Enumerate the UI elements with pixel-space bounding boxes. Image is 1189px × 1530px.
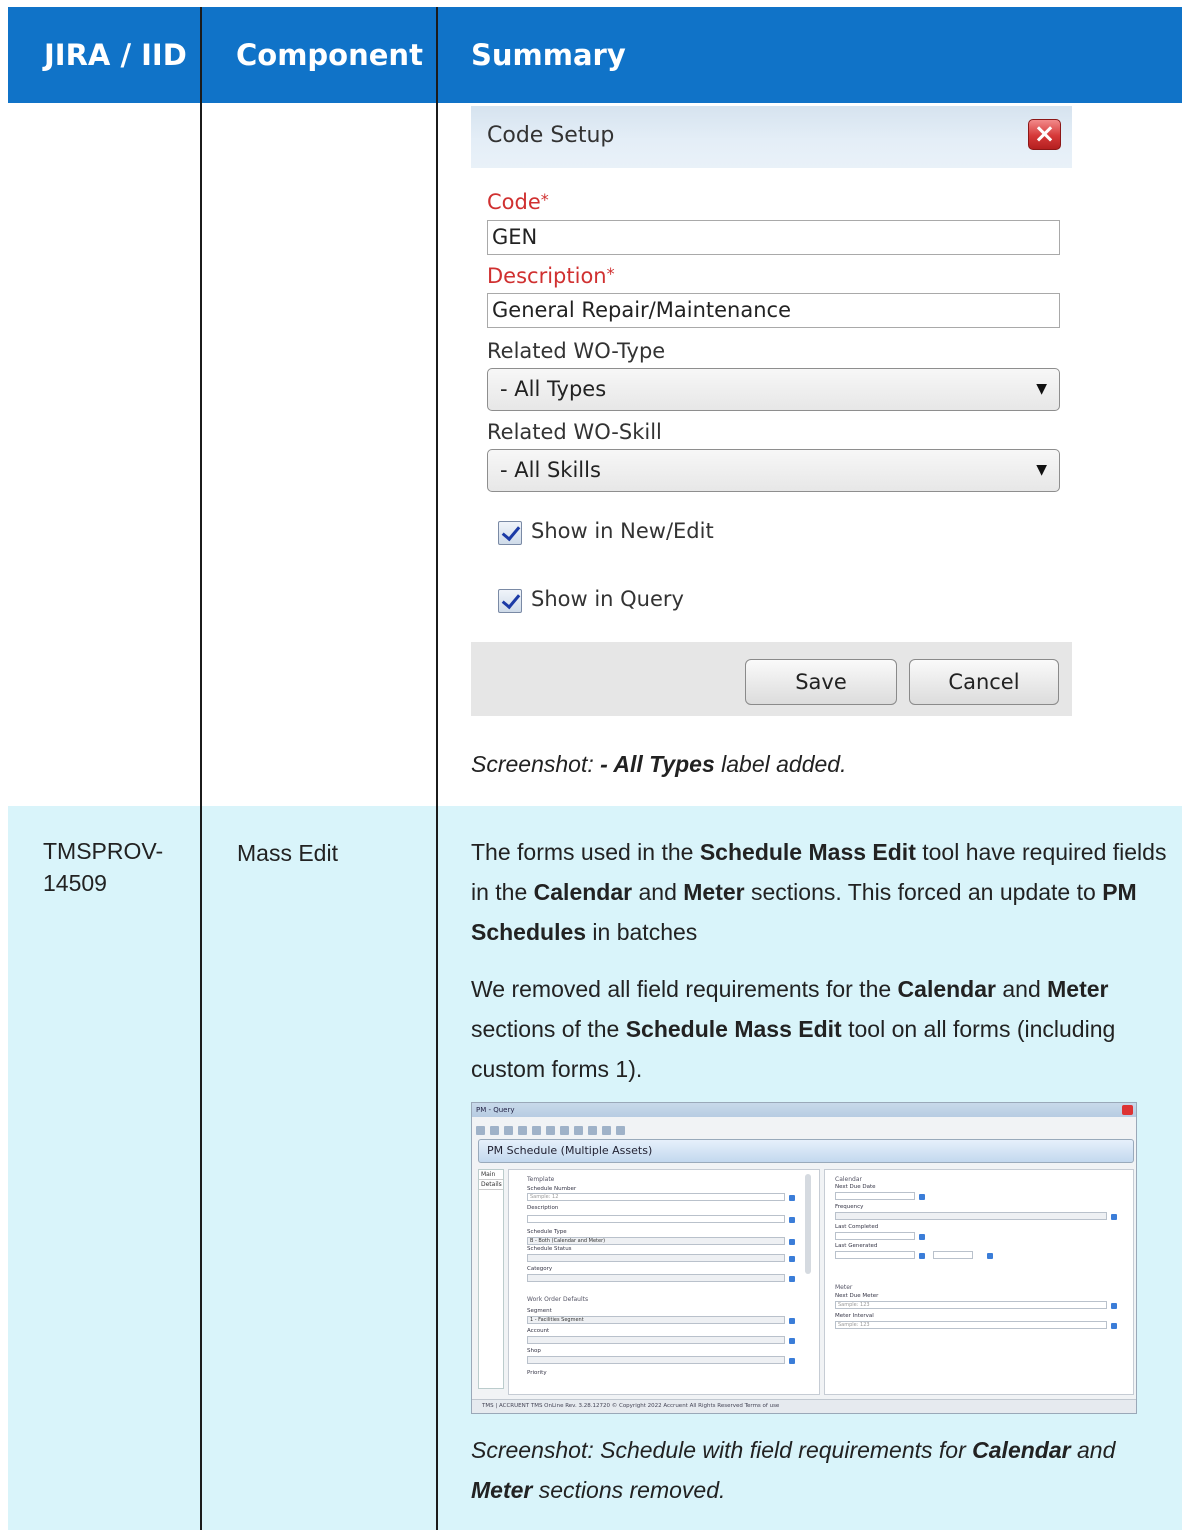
dialog-footer: Save Cancel [471, 642, 1072, 716]
pm-toolbar [476, 1120, 676, 1135]
table-header-row: JIRA / IID Component Summary [8, 7, 1182, 103]
show-query-label: Show in Query [531, 587, 684, 611]
dialog-title-bar: Code Setup × [471, 106, 1072, 168]
tab-details: Details [479, 1181, 503, 1190]
template-section: Template [527, 1176, 555, 1183]
search-icon [789, 1318, 795, 1324]
priority-label: Priority [527, 1370, 547, 1376]
search-icon [789, 1276, 795, 1282]
column-divider-1 [200, 7, 202, 1530]
search-icon [1111, 1323, 1117, 1329]
header-component: Component [236, 38, 423, 72]
tab-main: Main [479, 1170, 503, 1180]
wo-skill-label: Related WO-Skill [487, 420, 662, 444]
meter-section: Meter [835, 1284, 853, 1291]
frequency-label: Frequency [835, 1204, 864, 1210]
show-query-checkbox[interactable] [498, 589, 522, 613]
search-icon [789, 1338, 795, 1344]
last-completed-field [835, 1232, 915, 1240]
pm-footer: TMS | ACCRUENT TMS OnLine Rev. 3.28.1272… [472, 1399, 1136, 1413]
frequency-field [835, 1212, 1107, 1220]
code-field[interactable]: GEN [487, 220, 1060, 255]
wo-type-value: - All Types [500, 377, 607, 401]
jira-id-line1: TMSPROV- [43, 838, 164, 864]
schedule-type-label: Schedule Type [527, 1229, 567, 1235]
dialog-title: Code Setup [487, 123, 615, 148]
pm-window-title: PM - Query [472, 1103, 1136, 1117]
pm-query-screenshot: PM - Query PM Schedule (Multiple Assets)… [471, 1102, 1137, 1414]
search-icon [789, 1217, 795, 1223]
meter-interval-label: Meter Interval [835, 1313, 874, 1319]
jira-id-line2: 14509 [43, 870, 107, 896]
show-new-edit-label: Show in New/Edit [531, 519, 714, 543]
component-name: Mass Edit [237, 840, 338, 866]
time-field [933, 1251, 973, 1259]
wo-defaults-section: Work Order Defaults [527, 1296, 589, 1303]
schedule-type-field: B - Both (Calendar and Meter) [527, 1237, 785, 1245]
code-label: Code* [487, 190, 549, 214]
category-field [527, 1274, 785, 1282]
calendar-icon [919, 1253, 925, 1259]
jira-id: TMSPROV- 14509 [43, 835, 163, 899]
pm-left-panel: Template Schedule Number Sample: 12 Desc… [508, 1169, 820, 1395]
pm-schedule-header: PM Schedule (Multiple Assets) [478, 1139, 1134, 1163]
last-generated-label: Last Generated [835, 1243, 878, 1249]
last-completed-label: Last Completed [835, 1224, 879, 1230]
search-icon [789, 1239, 795, 1245]
wo-skill-value: - All Skills [500, 458, 601, 482]
description-field[interactable]: General Repair/Maintenance [487, 293, 1060, 328]
meter-interval-field: Sample: 123 [835, 1321, 1107, 1329]
segment-field: 1 - Facilities Segment [527, 1316, 785, 1324]
search-icon [789, 1195, 795, 1201]
description-label: Description* [487, 264, 615, 288]
header-summary: Summary [471, 38, 626, 72]
schedule-number-field: Sample: 12 [527, 1193, 785, 1201]
schedule-status-field [527, 1254, 785, 1262]
wo-type-select[interactable]: - All Types ▼ [487, 368, 1060, 411]
calendar-icon [919, 1234, 925, 1240]
header-jira: JIRA / IID [44, 38, 187, 72]
screenshot-caption-2: Screenshot: Schedule with field requirem… [471, 1437, 1116, 1503]
wo-type-label: Related WO-Type [487, 339, 666, 363]
close-icon[interactable]: × [1028, 119, 1061, 150]
schedule-number-label: Schedule Number [527, 1186, 577, 1192]
wo-skill-select[interactable]: - All Skills ▼ [487, 449, 1060, 492]
scrollbar[interactable] [805, 1174, 811, 1274]
pm-right-panel: Calendar Next Due Date Frequency Last Co… [824, 1169, 1134, 1395]
next-due-meter-label: Next Due Meter [835, 1293, 879, 1299]
close-icon [1122, 1105, 1133, 1115]
account-label: Account [527, 1328, 550, 1334]
next-due-meter-field: Sample: 123 [835, 1301, 1107, 1309]
schedule-status-label: Schedule Status [527, 1246, 572, 1252]
last-generated-field [835, 1251, 915, 1259]
summary-paragraph-2: We removed all field requirements for th… [471, 976, 1116, 1082]
category-label: Category [527, 1266, 553, 1272]
screenshot-caption-1: Screenshot: - All Types label added. [471, 751, 847, 777]
calendar-icon [919, 1194, 925, 1200]
chevron-down-icon: ▼ [1036, 462, 1047, 478]
summary-paragraph-1: The forms used in the Schedule Mass Edit… [471, 839, 1167, 945]
shop-field [527, 1356, 785, 1364]
search-icon [1111, 1303, 1117, 1309]
shop-label: Shop [527, 1348, 541, 1354]
column-divider-2 [436, 7, 438, 1530]
show-new-edit-checkbox[interactable] [498, 521, 522, 545]
next-due-date-label: Next Due Date [835, 1184, 876, 1190]
search-icon [1111, 1214, 1117, 1220]
description-field [527, 1215, 785, 1223]
calendar-section: Calendar [835, 1176, 862, 1183]
search-icon [789, 1358, 795, 1364]
clock-icon [987, 1253, 993, 1259]
account-field [527, 1336, 785, 1344]
cancel-button[interactable]: Cancel [909, 659, 1059, 705]
next-due-date-field [835, 1192, 915, 1200]
pm-tabs: Main Details [478, 1169, 504, 1389]
save-button[interactable]: Save [745, 659, 897, 705]
code-setup-dialog: Code Setup × Code* GEN Description* Gene… [471, 106, 1072, 716]
search-icon [789, 1256, 795, 1262]
description-label: Description [527, 1205, 559, 1211]
segment-label: Segment [527, 1308, 552, 1314]
chevron-down-icon: ▼ [1036, 381, 1047, 397]
